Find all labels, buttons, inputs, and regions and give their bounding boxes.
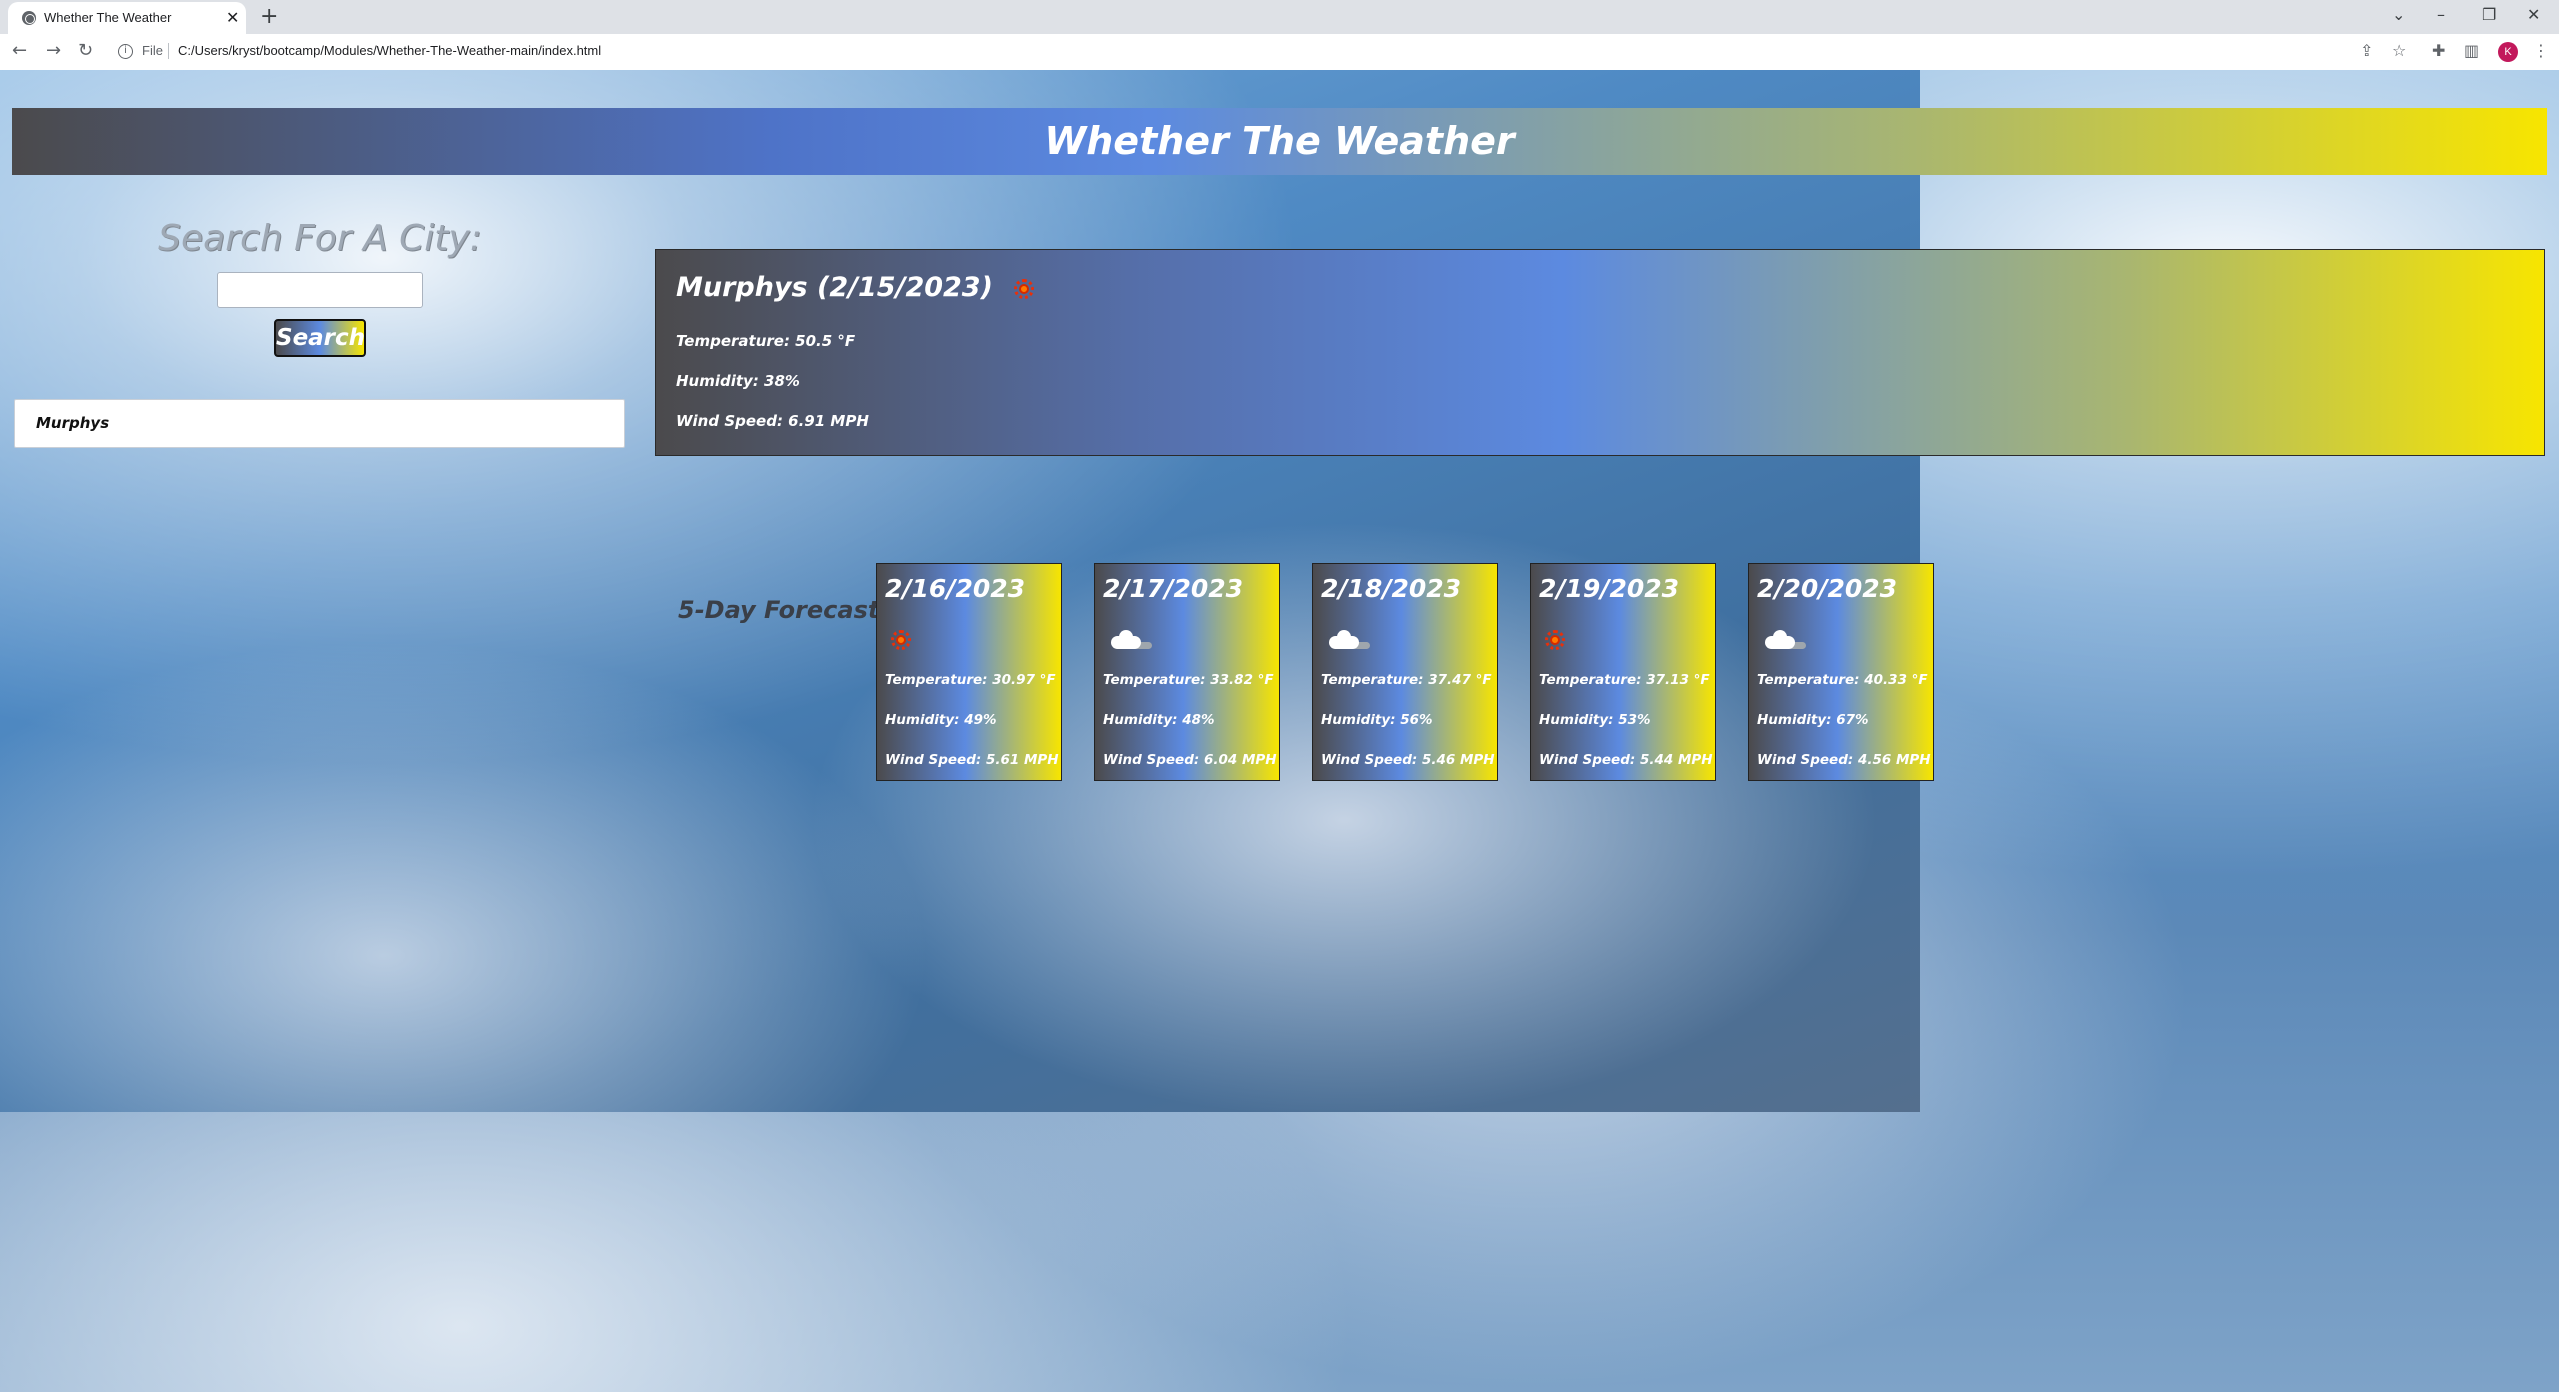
page-viewport: Whether The Weather Search For A City: S… — [0, 70, 2559, 1392]
sun-icon — [1543, 628, 1567, 652]
forecast-temperature: Temperature: 40.33 °F — [1757, 672, 1928, 688]
forecast-wind-speed: Wind Speed: 5.61 MPH — [885, 752, 1059, 768]
forecast-temperature: Temperature: 37.47 °F — [1321, 672, 1492, 688]
forecast-temperature: Temperature: 37.13 °F — [1539, 672, 1710, 688]
forecast-card: 2/17/2023 Temperature: 33.82 °F Humidity… — [1094, 563, 1280, 781]
forecast-date: 2/16/2023 — [885, 574, 1026, 603]
forecast-temperature: Temperature: 30.97 °F — [885, 672, 1056, 688]
history-item-label: Murphys — [36, 414, 110, 432]
browser-tab[interactable]: Whether The Weather ✕ — [8, 2, 246, 34]
back-icon[interactable]: ← — [12, 40, 27, 61]
forecast-wind-speed: Wind Speed: 5.44 MPH — [1539, 752, 1713, 768]
browser-toolbar: ← → ↻ i File C:/Users/kryst/bootcamp/Mod… — [0, 34, 2559, 70]
close-icon[interactable]: ✕ — [226, 8, 239, 27]
extensions-icon[interactable]: ✚ — [2432, 41, 2445, 60]
info-icon[interactable]: i — [118, 44, 133, 59]
search-heading: Search For A City: — [158, 218, 482, 259]
page-header: Whether The Weather — [12, 108, 2547, 175]
file-label: File — [142, 43, 163, 58]
forecast-humidity: Humidity: 49% — [885, 712, 997, 728]
side-panel-icon[interactable]: ▥ — [2464, 41, 2479, 60]
forecast-humidity: Humidity: 56% — [1321, 712, 1433, 728]
forecast-date: 2/19/2023 — [1539, 574, 1680, 603]
current-temperature: Temperature: 50.5 °F — [676, 332, 856, 350]
forecast-card: 2/19/2023 Temperature: 37.13 °F Humidity… — [1530, 563, 1716, 781]
forecast-temperature: Temperature: 33.82 °F — [1103, 672, 1274, 688]
page-title: Whether The Weather — [1044, 119, 1515, 163]
share-icon[interactable]: ⇪ — [2360, 41, 2373, 60]
current-wind-speed: Wind Speed: 6.91 MPH — [676, 412, 869, 430]
current-weather-title: Murphys (2/15/2023) — [676, 272, 1036, 303]
restore-icon[interactable]: ❐ — [2482, 5, 2496, 24]
sun-icon — [1012, 277, 1036, 301]
cloud-icon — [1761, 628, 1805, 652]
tab-strip: Whether The Weather ✕ + ⌄ – ❐ ✕ — [0, 0, 2559, 34]
forecast-wind-speed: Wind Speed: 4.56 MPH — [1757, 752, 1931, 768]
current-city-date: Murphys (2/15/2023) — [676, 272, 993, 303]
forecast-humidity: Humidity: 53% — [1539, 712, 1651, 728]
star-icon[interactable]: ☆ — [2392, 41, 2406, 60]
window-close-icon[interactable]: ✕ — [2527, 5, 2540, 24]
forecast-date: 2/18/2023 — [1321, 574, 1462, 603]
forecast-label: 5-Day Forecast: — [678, 596, 889, 624]
forecast-wind-speed: Wind Speed: 6.04 MPH — [1103, 752, 1277, 768]
new-tab-button[interactable]: + — [260, 4, 278, 29]
tab-search-icon[interactable]: ⌄ — [2392, 5, 2405, 24]
forecast-card: 2/16/2023 Temperature: 30.97 °F Humidity… — [876, 563, 1062, 781]
search-button[interactable]: Search — [274, 319, 366, 357]
menu-icon[interactable]: ⋮ — [2533, 41, 2549, 60]
current-weather-card: Murphys (2/15/2023) Temperature: 50.5 °F… — [655, 249, 2545, 456]
forecast-date: 2/17/2023 — [1103, 574, 1244, 603]
forecast-humidity: Humidity: 48% — [1103, 712, 1215, 728]
forecast-card: 2/18/2023 Temperature: 37.47 °F Humidity… — [1312, 563, 1498, 781]
minimize-icon[interactable]: – — [2437, 5, 2445, 24]
address-bar[interactable]: C:/Users/kryst/bootcamp/Modules/Whether-… — [178, 43, 601, 58]
cloud-icon — [1107, 628, 1151, 652]
current-humidity: Humidity: 38% — [676, 372, 800, 390]
forecast-card: 2/20/2023 Temperature: 40.33 °F Humidity… — [1748, 563, 1934, 781]
forecast-date: 2/20/2023 — [1757, 574, 1898, 603]
history-item-murphys[interactable]: Murphys — [14, 399, 625, 448]
url-separator — [168, 43, 169, 59]
globe-icon — [22, 11, 36, 25]
forecast-humidity: Humidity: 67% — [1757, 712, 1869, 728]
cloud-icon — [1325, 628, 1369, 652]
tab-title: Whether The Weather — [44, 10, 172, 25]
reload-icon[interactable]: ↻ — [78, 40, 93, 61]
search-input[interactable] — [217, 272, 423, 308]
browser-chrome: Whether The Weather ✕ + ⌄ – ❐ ✕ ← → ↻ i … — [0, 0, 2559, 70]
forecast-wind-speed: Wind Speed: 5.46 MPH — [1321, 752, 1495, 768]
profile-avatar[interactable]: K — [2498, 42, 2518, 62]
sun-icon — [889, 628, 913, 652]
forward-icon[interactable]: → — [46, 40, 61, 61]
